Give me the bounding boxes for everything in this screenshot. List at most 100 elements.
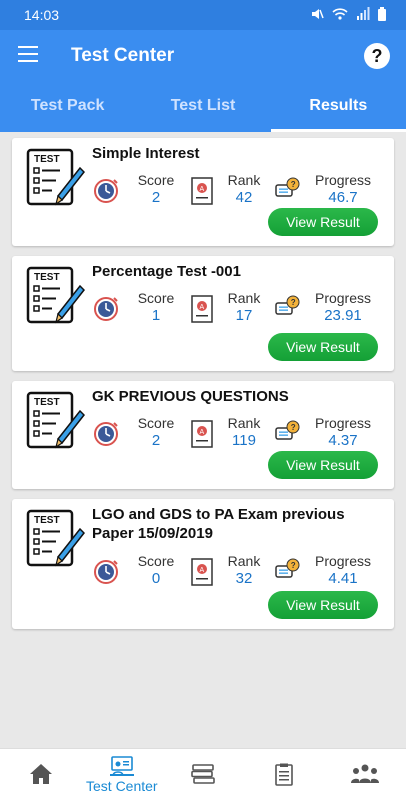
result-card[interactable]: TEST Simple Interest Score 2 A Rank 42? Progres… <box>12 138 394 246</box>
document-list-icon <box>275 763 294 786</box>
result-card[interactable]: TEST Percentage Test -001 Score 1 A Rank 17? Pr… <box>12 256 394 371</box>
progress-stat: Progress 4.37 <box>310 415 376 449</box>
help-button[interactable]: ? <box>364 43 390 69</box>
result-stats: Score 1 A Rank 17? Progress 23.91 <box>92 290 382 326</box>
tab-bar: Test Pack Test List Results <box>0 82 406 132</box>
result-card[interactable]: TEST GK PREVIOUS QUESTIONS Score 2 A Rank 119?… <box>12 381 394 489</box>
question-chat-icon: ? <box>274 294 302 324</box>
svg-text:?: ? <box>291 180 296 189</box>
nav-community[interactable] <box>325 749 406 800</box>
clock-icon <box>92 294 120 324</box>
rank-stat: Rank 119 <box>224 415 264 449</box>
test-name: LGO and GDS to PA Exam previous Paper 15… <box>92 506 345 542</box>
svg-text:A: A <box>200 304 205 311</box>
question-chat-icon: ? <box>274 176 302 206</box>
progress-stat: Progress 23.91 <box>310 290 376 324</box>
home-icon <box>29 764 52 784</box>
svg-text:?: ? <box>291 561 296 570</box>
mute-icon <box>312 9 324 19</box>
score-stat: Score 0 <box>134 553 178 587</box>
app-bar: Test Center ? <box>0 30 406 82</box>
progress-stat: Progress 46.7 <box>310 172 376 206</box>
tab-test-pack[interactable]: Test Pack <box>0 82 135 132</box>
view-result-button[interactable]: View Result <box>268 591 378 619</box>
result-stats: Score 2 A Rank 119? Progress 4.37 <box>92 415 382 451</box>
nav-home[interactable] <box>0 749 81 800</box>
answer-sheet-icon: A <box>190 294 218 324</box>
test-thumbnail-icon: TEST <box>26 266 86 326</box>
answer-sheet-icon: A <box>190 557 218 587</box>
progress-label: Progress <box>314 415 372 431</box>
status-bar: 14:03 <box>0 0 406 30</box>
battery-icon <box>378 7 386 21</box>
progress-value: 4.37 <box>328 432 358 449</box>
rank-stat: Rank 17 <box>224 290 264 324</box>
test-name: Percentage Test -001 <box>92 263 241 280</box>
nav-test-center[interactable]: Test Center <box>81 749 162 800</box>
test-center-icon <box>109 756 134 776</box>
rank-value: 32 <box>235 570 253 587</box>
result-stats: Score 2 A Rank 42? Progress 46.7 <box>92 172 382 208</box>
progress-label: Progress <box>314 290 372 306</box>
score-value: 1 <box>151 307 161 324</box>
view-result-button[interactable]: View Result <box>268 333 378 361</box>
clock-icon <box>92 557 120 587</box>
test-thumb-text: TEST <box>34 397 60 408</box>
test-thumb-text: TEST <box>34 515 60 526</box>
test-thumbnail-icon: TEST <box>26 509 86 569</box>
test-thumb-text: TEST <box>34 154 60 165</box>
svg-text:A: A <box>200 567 205 574</box>
svg-text:?: ? <box>291 423 296 432</box>
progress-value: 23.91 <box>324 307 362 324</box>
progress-label: Progress <box>314 172 372 188</box>
group-icon <box>351 764 380 783</box>
answer-sheet-icon: A <box>190 419 218 449</box>
score-stat: Score 2 <box>134 172 178 206</box>
result-stats: Score 0 A Rank 32? Progress 4.41 <box>92 553 382 589</box>
svg-text:A: A <box>200 429 205 436</box>
rank-label: Rank <box>227 290 261 306</box>
rank-stat: Rank 42 <box>224 172 264 206</box>
score-label: Score <box>137 172 175 188</box>
progress-stat: Progress 4.41 <box>310 553 376 587</box>
status-time: 14:03 <box>24 7 60 23</box>
test-thumbnail-icon: TEST <box>26 391 86 451</box>
answer-sheet-icon: A <box>190 176 218 206</box>
test-thumbnail-icon: TEST <box>26 148 86 208</box>
rank-label: Rank <box>227 553 261 569</box>
test-thumb-text: TEST <box>34 272 60 283</box>
progress-value: 4.41 <box>328 570 358 587</box>
score-label: Score <box>137 290 175 306</box>
rank-value: 42 <box>235 189 253 206</box>
rank-stat: Rank 32 <box>224 553 264 587</box>
nav-documents[interactable] <box>244 749 325 800</box>
view-result-button[interactable]: View Result <box>268 451 378 479</box>
question-chat-icon: ? <box>274 419 302 449</box>
score-label: Score <box>137 415 175 431</box>
score-value: 2 <box>151 189 161 206</box>
tab-test-list[interactable]: Test List <box>135 82 270 132</box>
signal-icon <box>357 7 370 20</box>
score-stat: Score 2 <box>134 415 178 449</box>
clock-icon <box>92 176 120 206</box>
result-card[interactable]: TEST LGO and GDS to PA Exam previous Pape… <box>12 499 394 629</box>
tab-results[interactable]: Results <box>270 82 406 132</box>
status-icons <box>310 7 386 21</box>
nav-test-center-label: Test Center <box>86 778 158 794</box>
question-chat-icon: ? <box>274 557 302 587</box>
test-name: GK PREVIOUS QUESTIONS <box>92 388 289 405</box>
view-result-button[interactable]: View Result <box>268 208 378 236</box>
test-name: Simple Interest <box>92 145 200 162</box>
results-list: TEST Simple Interest Score 2 A Rank 42? Progres… <box>12 138 394 639</box>
page-title: Test Center <box>71 45 175 66</box>
svg-text:?: ? <box>291 298 296 307</box>
wifi-icon <box>332 8 348 20</box>
progress-value: 46.7 <box>328 189 358 206</box>
nav-books[interactable] <box>162 749 243 800</box>
bottom-nav: Test Center <box>0 748 406 800</box>
menu-icon[interactable] <box>18 46 38 66</box>
score-stat: Score 1 <box>134 290 178 324</box>
clock-icon <box>92 419 120 449</box>
score-value: 2 <box>151 432 161 449</box>
rank-value: 17 <box>235 307 253 324</box>
